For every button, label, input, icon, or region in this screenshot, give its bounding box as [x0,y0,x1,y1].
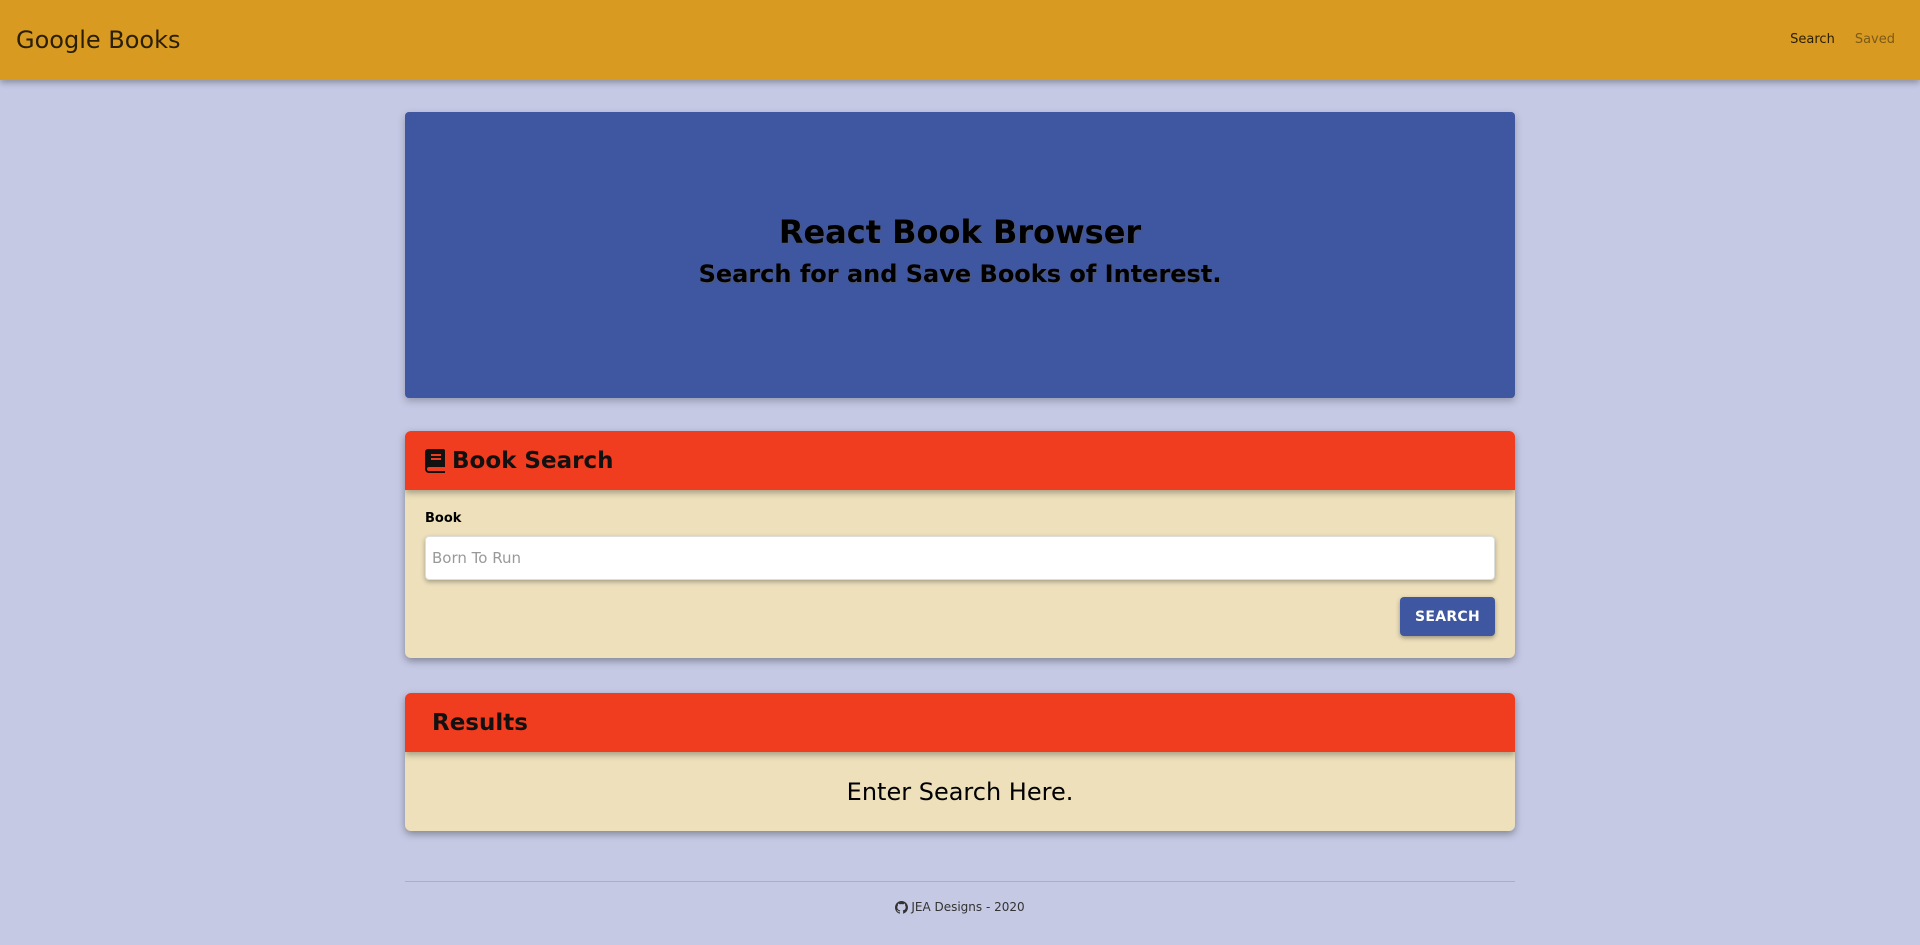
jumbotron-subtitle: Search for and Save Books of Interest. [698,260,1222,288]
jumbotron: React Book Browser Search for and Save B… [405,112,1515,398]
footer-text: JEA Designs - 2020 [911,900,1025,914]
search-button[interactable]: SEARCH [1400,597,1495,636]
book-search-card: Book Search Book SEARCH [405,431,1515,658]
book-search-title: Book Search [452,447,614,474]
book-field-label: Book [425,511,462,526]
nav-link-search[interactable]: Search [1790,32,1835,47]
nav-link-saved[interactable]: Saved [1855,32,1895,47]
results-message: Enter Search Here. [846,777,1074,806]
book-search-body: Book SEARCH [405,490,1515,658]
footer-divider [405,881,1515,882]
book-search-header: Book Search [405,431,1515,490]
footer: JEA Designs - 2020 [405,900,1515,914]
jumbotron-title: React Book Browser [778,213,1142,251]
results-card: Results Enter Search Here. [405,693,1515,831]
book-icon [425,448,445,473]
navbar: Google Books Search Saved [0,0,1920,80]
results-body: Enter Search Here. [405,752,1515,831]
brand-link[interactable]: Google Books [16,26,181,54]
github-icon[interactable] [895,900,909,914]
book-search-input[interactable] [425,536,1495,580]
nav-links: Search Saved [1790,32,1895,47]
results-title: Results [432,709,528,736]
results-header: Results [405,693,1515,752]
